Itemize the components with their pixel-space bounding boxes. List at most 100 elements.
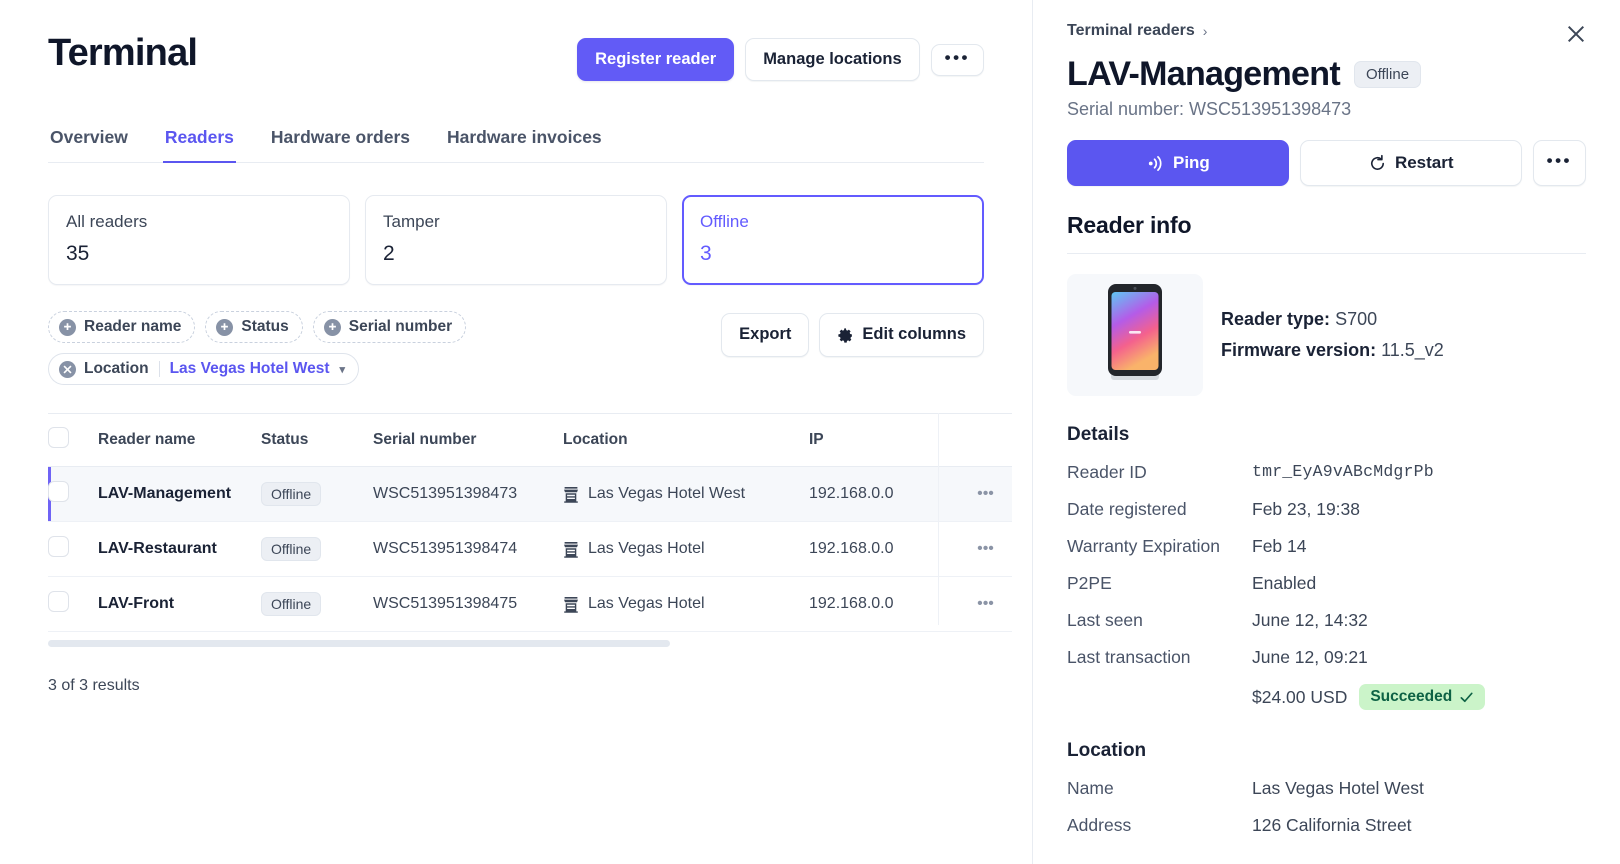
tab-hardware-orders[interactable]: Hardware orders — [269, 127, 412, 163]
filter-chip-reader-name[interactable]: Reader name — [48, 311, 196, 344]
column-header-status[interactable]: Status — [261, 413, 373, 468]
page-overflow-menu-button[interactable]: ••• — [930, 43, 984, 76]
detail-value: Feb 14 — [1252, 536, 1307, 557]
cell-serial-number: WSC513951398475 — [373, 576, 563, 633]
detail-key: Last seen — [1067, 610, 1143, 631]
cell-location: Las Vegas Hotel — [563, 576, 809, 633]
detail-key: Reader ID — [1067, 462, 1147, 483]
detail-overflow-menu-button[interactable]: ••• — [1532, 140, 1587, 187]
stat-label: Tamper — [383, 212, 440, 232]
close-panel-button[interactable] — [1560, 18, 1592, 50]
column-header-reader-name[interactable]: Reader name — [98, 413, 261, 468]
row-select-cell — [48, 521, 98, 578]
cell-location: Las Vegas Hotel West — [563, 466, 809, 523]
transaction-status-label: Succeeded — [1370, 688, 1453, 706]
detail-row-warranty-expiration: Warranty Expiration Feb 14 — [1067, 536, 1586, 557]
s700-reader-icon — [1108, 284, 1162, 381]
edit-columns-label: Edit columns — [862, 325, 966, 344]
table-head: Reader name Status Serial number Locatio… — [48, 413, 1012, 468]
manage-locations-button[interactable]: Manage locations — [745, 38, 920, 82]
cell-ip: 192.168.0.0 — [809, 576, 959, 633]
cell-location-label: Las Vegas Hotel West — [588, 485, 746, 503]
detail-row-p2pe: P2PE Enabled — [1067, 573, 1586, 594]
remove-circle-icon[interactable] — [59, 360, 76, 378]
filter-chip-label: Serial number — [348, 318, 453, 336]
detail-row-last-transaction: Last transaction June 12, 09:21 — [1067, 647, 1586, 668]
breadcrumb[interactable]: Terminal readers › — [1067, 22, 1586, 40]
location-value: 126 California Street — [1252, 815, 1412, 836]
detail-title-row: LAV-Management Offline — [1067, 55, 1586, 93]
detail-row-last-seen: Last seen June 12, 14:32 — [1067, 610, 1586, 631]
select-all-header — [48, 413, 98, 468]
stat-card-tamper[interactable]: Tamper 2 — [365, 195, 667, 286]
export-button[interactable]: Export — [721, 313, 810, 357]
cell-location-label: Las Vegas Hotel — [588, 540, 705, 558]
cell-status: Offline — [261, 576, 373, 633]
table-horizontal-scrollbar[interactable] — [48, 640, 670, 648]
column-header-location[interactable]: Location — [563, 413, 809, 468]
detail-value: June 12, 14:32 — [1252, 610, 1368, 631]
cell-serial-number: WSC513951398473 — [373, 466, 563, 523]
stat-card-all-readers[interactable]: All readers 35 — [48, 195, 350, 286]
column-header-serial-number[interactable]: Serial number — [373, 413, 563, 468]
detail-key: Warranty Expiration — [1067, 536, 1221, 557]
row-checkbox[interactable] — [48, 536, 69, 558]
stat-card-group: All readers 35 Tamper 2 Offline 3 — [48, 195, 984, 286]
tab-overview[interactable]: Overview — [48, 127, 130, 163]
table-row[interactable]: LAV-Front Offline WSC513951398475 Las Ve… — [48, 576, 1012, 633]
stat-card-offline[interactable]: Offline 3 — [682, 195, 984, 286]
stat-value: 35 — [66, 242, 90, 266]
table-row[interactable]: LAV-Management Offline WSC513951398473 L… — [48, 466, 1012, 523]
row-checkbox[interactable] — [48, 481, 69, 503]
detail-key: Last transaction — [1067, 647, 1191, 668]
register-reader-button[interactable]: Register reader — [577, 38, 735, 82]
table-body: LAV-Management Offline WSC513951398473 L… — [48, 466, 1012, 633]
plus-circle-icon — [216, 318, 234, 336]
table-row[interactable]: LAV-Restaurant Offline WSC513951398474 L… — [48, 521, 1012, 578]
detail-row-reader-id: Reader ID tmr_EyA9vABcMdgrPb — [1067, 462, 1586, 483]
detail-value: Feb 23, 19:38 — [1252, 499, 1360, 520]
cell-ip: 192.168.0.0 — [809, 521, 959, 578]
tab-hardware-invoices[interactable]: Hardware invoices — [445, 127, 604, 163]
readers-table: Reader name Status Serial number Locatio… — [48, 413, 1012, 633]
detail-key: P2PE — [1067, 573, 1112, 594]
check-icon — [1460, 692, 1473, 703]
detail-key: Date registered — [1067, 499, 1187, 520]
cell-reader-name: LAV-Management — [98, 466, 261, 523]
firmware-value: 11.5_v2 — [1381, 340, 1444, 361]
edit-columns-button[interactable]: Edit columns — [819, 313, 984, 357]
reader-type-value: S700 — [1335, 308, 1378, 329]
tab-readers[interactable]: Readers — [162, 127, 236, 164]
column-header-ip[interactable]: IP — [809, 413, 959, 468]
filter-chip-serial-number[interactable]: Serial number — [312, 311, 467, 344]
main-content: Terminal Register reader Manage location… — [0, 0, 1032, 864]
filter-chip-status[interactable]: Status — [205, 311, 303, 344]
terminal-readers-page: Terminal Register reader Manage location… — [0, 0, 1620, 864]
ping-button[interactable]: Ping — [1067, 140, 1289, 187]
detail-value: Enabled — [1252, 573, 1317, 594]
detail-row-transaction-amount: $24.00 USD Succeeded — [1067, 684, 1586, 711]
select-all-checkbox[interactable] — [48, 427, 69, 449]
transaction-amount: $24.00 USD — [1252, 686, 1348, 707]
store-icon — [564, 541, 578, 558]
reader-info-block: Reader type: S700 Firmware version: 11.5… — [1067, 274, 1586, 397]
row-menu-button[interactable]: ••• — [959, 576, 1012, 633]
detail-action-group: Ping Restart ••• — [1067, 140, 1587, 187]
filter-chip-location[interactable]: Location Las Vegas Hotel West ▾ — [48, 353, 360, 386]
restart-label: Restart — [1394, 153, 1454, 173]
row-menu-button[interactable]: ••• — [959, 466, 1012, 523]
cell-status: Offline — [261, 521, 373, 578]
cell-serial-number: WSC513951398474 — [373, 521, 563, 578]
filter-chip-label: Location — [84, 360, 149, 378]
ellipsis-icon: ••• — [944, 47, 970, 67]
row-menu-button[interactable]: ••• — [959, 521, 1012, 578]
close-icon — [1568, 26, 1584, 42]
detail-row-date-registered: Date registered Feb 23, 19:38 — [1067, 499, 1586, 520]
reader-type-line: Reader type: S700 — [1221, 304, 1444, 336]
restart-button[interactable]: Restart — [1299, 140, 1522, 187]
row-checkbox[interactable] — [48, 591, 69, 613]
detail-value: tmr_EyA9vABcMdgrPb — [1252, 462, 1434, 482]
detail-title: LAV-Management — [1067, 55, 1341, 93]
table-menu-column-divider — [938, 413, 939, 626]
